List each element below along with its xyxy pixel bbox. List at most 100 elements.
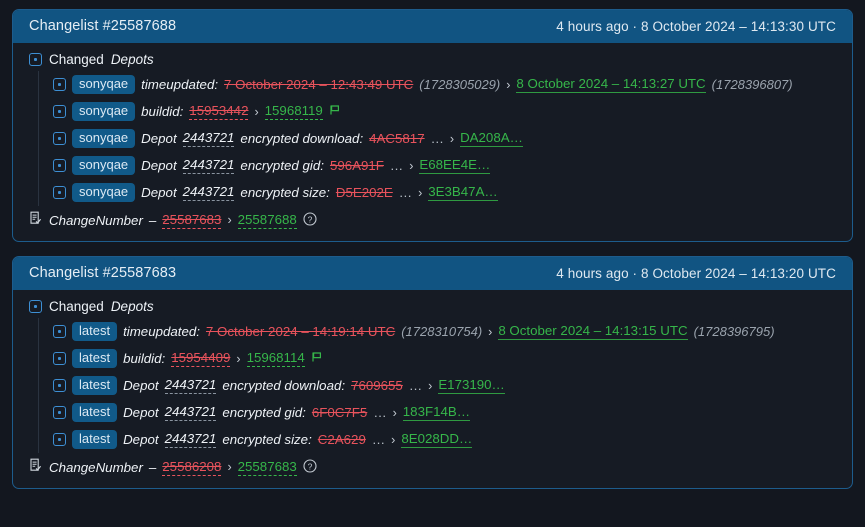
- field-name: timeupdated:: [123, 324, 200, 339]
- old-value: 15954409: [171, 350, 231, 367]
- field-name: buildid:: [123, 351, 166, 366]
- depot-id[interactable]: 2443721: [164, 404, 217, 421]
- new-value: E173190…: [438, 377, 505, 394]
- change-arrow-icon: ›: [449, 131, 455, 146]
- depot-id[interactable]: 2443721: [182, 157, 235, 174]
- change-arrow-icon: ›: [506, 77, 511, 92]
- depot-id[interactable]: 2443721: [182, 184, 235, 201]
- collapse-toggle-icon[interactable]: [53, 159, 66, 172]
- field-name: encrypted download:: [240, 131, 364, 146]
- branch-badge[interactable]: sonyqae: [72, 155, 136, 176]
- changelist-title[interactable]: Changelist #25587688: [29, 18, 176, 34]
- depot-id[interactable]: 2443721: [164, 377, 217, 394]
- footer-dash: –: [148, 459, 157, 475]
- changes-tree: latest timeupdated: 7 October 2024 – 14:…: [38, 318, 852, 453]
- field-name: buildid:: [141, 104, 184, 119]
- collapse-toggle-icon[interactable]: [53, 132, 66, 145]
- change-arrow-icon: ›: [391, 432, 396, 447]
- svg-text:?: ?: [307, 214, 312, 224]
- old-ellipsis: …: [389, 158, 404, 173]
- old-value: 596A91F: [329, 158, 384, 173]
- change-row: latest Depot 2443721 encrypted size: C2A…: [53, 426, 852, 453]
- change-arrow-icon: ›: [418, 185, 423, 200]
- change-row: sonyqae Depot 2443721 encrypted size: D5…: [53, 179, 852, 206]
- flag-icon[interactable]: [329, 104, 341, 119]
- collapse-toggle-icon[interactable]: [53, 325, 66, 338]
- change-arrow-icon: ›: [428, 378, 433, 393]
- branch-badge[interactable]: latest: [72, 321, 118, 342]
- footer-old-value: 25587683: [162, 211, 222, 229]
- branch-badge[interactable]: latest: [72, 348, 118, 369]
- changelist-card: Changelist #25587688 4 hours ago · 8 Oct…: [12, 9, 853, 242]
- footer-new-value: 25587688: [237, 211, 297, 229]
- old-ellipsis: …: [398, 185, 413, 200]
- changes-tree: sonyqae timeupdated: 7 October 2024 – 12…: [38, 71, 852, 206]
- changelist-timestamp: 4 hours ago · 8 October 2024 – 14:13:20 …: [556, 265, 836, 281]
- group-header[interactable]: Changed Depots: [29, 299, 852, 314]
- changed-depots-group: Changed Depots latest timeupdated: 7 Oct…: [13, 299, 852, 453]
- new-value: 8 October 2024 – 14:13:15 UTC: [498, 323, 688, 340]
- field-name: timeupdated:: [141, 77, 219, 92]
- depot-prefix: Depot: [141, 131, 177, 146]
- collapse-toggle-icon[interactable]: [53, 433, 66, 446]
- footer-new-value: 25587683: [237, 458, 297, 476]
- branch-badge[interactable]: latest: [72, 375, 118, 396]
- collapse-toggle-icon[interactable]: [29, 53, 42, 66]
- branch-badge[interactable]: latest: [72, 429, 118, 450]
- changelist-timestamp: 4 hours ago · 8 October 2024 – 14:13:30 …: [556, 18, 836, 34]
- change-arrow-icon: ›: [227, 460, 232, 474]
- branch-badge[interactable]: sonyqae: [72, 128, 136, 149]
- old-value: 6F0C7F5: [311, 405, 368, 420]
- old-value: C2A629: [317, 432, 366, 447]
- footer-dash: –: [148, 212, 157, 228]
- new-value: 3E3B47A…: [428, 184, 498, 201]
- branch-badge[interactable]: sonyqae: [72, 74, 136, 95]
- old-ellipsis: …: [408, 378, 423, 393]
- footer-old-value: 25586208: [162, 458, 222, 476]
- depot-prefix: Depot: [123, 378, 159, 393]
- old-value: 7 October 2024 – 12:43:49 UTC: [224, 77, 414, 92]
- old-value: D5E202E: [335, 185, 393, 200]
- help-circle-icon[interactable]: ?: [303, 458, 317, 476]
- collapse-toggle-icon[interactable]: [53, 379, 66, 392]
- collapse-toggle-icon[interactable]: [53, 352, 66, 365]
- new-value: 8E028DD…: [401, 431, 473, 448]
- card-header: Changelist #25587683 4 hours ago · 8 Oct…: [13, 257, 852, 290]
- collapse-toggle-icon[interactable]: [53, 406, 66, 419]
- old-epoch: (1728305029): [419, 77, 501, 92]
- old-epoch: (1728310754): [401, 324, 483, 339]
- branch-badge[interactable]: sonyqae: [72, 182, 136, 203]
- new-value: 183F14B…: [402, 404, 471, 421]
- branch-badge[interactable]: latest: [72, 402, 118, 423]
- depot-id[interactable]: 2443721: [164, 431, 217, 448]
- collapse-toggle-icon[interactable]: [29, 300, 42, 313]
- change-row: sonyqae timeupdated: 7 October 2024 – 12…: [53, 71, 852, 98]
- change-row: latest Depot 2443721 encrypted download:…: [53, 372, 852, 399]
- card-header: Changelist #25587688 4 hours ago · 8 Oct…: [13, 10, 852, 43]
- depot-prefix: Depot: [141, 158, 177, 173]
- changelist-title[interactable]: Changelist #25587683: [29, 265, 176, 281]
- change-row: sonyqae Depot 2443721 encrypted gid: 596…: [53, 152, 852, 179]
- changelist-card: Changelist #25587683 4 hours ago · 8 Oct…: [12, 256, 853, 489]
- change-arrow-icon: ›: [488, 324, 493, 339]
- document-check-icon: [29, 458, 43, 476]
- field-name: encrypted gid:: [222, 405, 306, 420]
- collapse-toggle-icon[interactable]: [53, 186, 66, 199]
- field-name: encrypted gid:: [240, 158, 324, 173]
- card-body: Changed Depots latest timeupdated: 7 Oct…: [13, 290, 852, 488]
- changenumber-footer: ChangeNumber – 25586208 › 25587683 ?: [13, 453, 852, 483]
- flag-icon[interactable]: [311, 351, 323, 366]
- new-value: 15968114: [246, 350, 305, 367]
- collapse-toggle-icon[interactable]: [53, 105, 66, 118]
- change-arrow-icon: ›: [409, 158, 414, 173]
- help-circle-icon[interactable]: ?: [303, 211, 317, 229]
- old-value: 4AC5817: [369, 131, 425, 146]
- branch-badge[interactable]: sonyqae: [72, 101, 136, 122]
- change-arrow-icon: ›: [236, 351, 241, 366]
- group-header[interactable]: Changed Depots: [29, 52, 852, 67]
- old-ellipsis: …: [430, 131, 444, 146]
- change-arrow-icon: ›: [227, 213, 232, 227]
- field-name: encrypted size:: [222, 432, 312, 447]
- depot-id[interactable]: 2443721: [182, 130, 235, 147]
- collapse-toggle-icon[interactable]: [53, 78, 66, 91]
